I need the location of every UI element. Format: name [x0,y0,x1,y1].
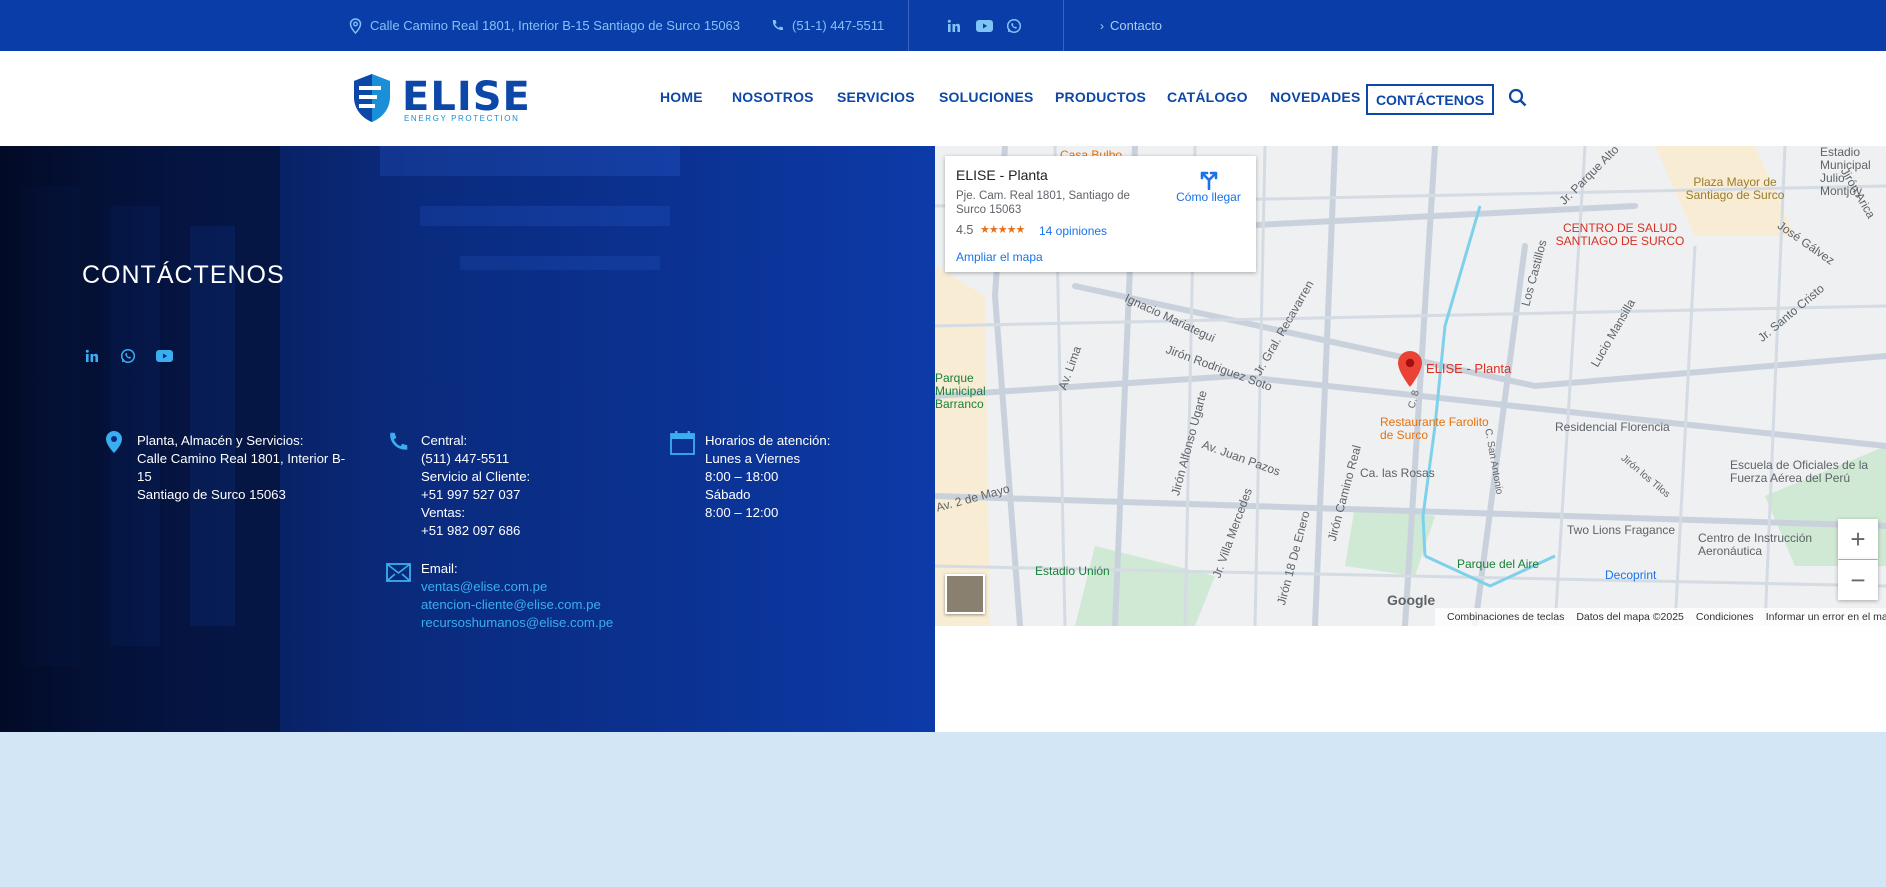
location-pin-icon [349,17,362,34]
search-icon[interactable] [1508,88,1528,113]
nav-productos[interactable]: PRODUCTOS [1055,89,1146,105]
zoom-out-button[interactable]: − [1838,560,1878,600]
whatsapp-icon[interactable] [1005,17,1023,35]
poi-label[interactable]: Decoprint [1605,568,1656,582]
topbar-address[interactable]: Calle Camino Real 1801, Interior B-15 Sa… [349,0,740,51]
keyboard-shortcuts-link[interactable]: Combinaciones de teclas [1447,611,1564,623]
place-rating: 4.5 [956,223,974,237]
nav-nosotros[interactable]: NOSOTROS [732,89,814,105]
email-rrhh-link[interactable]: recursoshumanos@elise.com.pe [421,614,641,632]
phone-icon [771,19,784,32]
topbar-contact-text[interactable]: Contacto [1110,18,1162,33]
phone-icon [387,431,409,458]
map-pin-icon[interactable] [1397,350,1423,393]
email-ventas-link[interactable]: ventas@elise.com.pe [421,578,641,596]
weekday-hours: 8:00 – 18:00 [705,469,779,484]
saturday-hours: 8:00 – 12:00 [705,505,779,520]
directions-label[interactable]: Cómo llegar [1171,190,1246,204]
poi-label[interactable]: Centro de Instrucción Aeronáutica [1698,532,1848,558]
calendar-icon [670,431,695,460]
hours-block: Horarios de atención: Lunes a Viernes 8:… [705,432,905,522]
place-address: Pje. Cam. Real 1801, Santiago de Surco 1… [956,190,1130,216]
poi-label[interactable]: Escuela de Oficiales de la Fuerza Aérea … [1730,459,1886,485]
map-data-text: Datos del mapa ©2025 [1576,611,1684,623]
contact-section: CONTÁCTENOS Planta, Almacén y Servicios:… [0,146,935,732]
terms-link[interactable]: Condiciones [1696,611,1754,623]
embedded-map[interactable]: Ignacio Mariategui Jirón Rodriguez Soto … [935,146,1886,626]
place-name: ELISE - Planta [956,167,1048,183]
poi-label[interactable]: CENTRO DE SALUD SANTIAGO DE SURCO [1550,222,1690,248]
linkedin-icon[interactable] [82,346,102,366]
street-label: Ca. las Rosas [1360,466,1435,480]
service-label: Servicio al Cliente: [421,469,531,484]
map-place-card: ELISE - Planta Pje. Cam. Real 1801, Sant… [945,156,1256,272]
sales-label: Ventas: [421,505,465,520]
nav-novedades[interactable]: NOVEDADES [1270,89,1360,105]
location-line3: Santiago de Surco 15063 [137,487,286,502]
poi-label[interactable]: Two Lions Fragance [1567,523,1675,537]
report-error-link[interactable]: Informar un error en el mapa [1766,611,1886,623]
location-heading: Planta, Almacén y Servicios: [137,433,304,448]
google-logo: Google [1387,592,1436,608]
topbar-address-text[interactable]: Calle Camino Real 1801, Interior B-15 Sa… [370,18,740,33]
central-phone[interactable]: (511) 447-5511 [421,450,621,468]
expand-map-link[interactable]: Ampliar el mapa [956,250,1043,264]
logo[interactable]: ELISE ENERGY PROTECTION [350,73,531,128]
sales-phone[interactable]: +51 982 097 686 [421,522,621,540]
main-nav: ELISE ENERGY PROTECTION HOME NOSOTROS SE… [0,51,1886,146]
linkedin-icon[interactable] [945,17,963,35]
nav-servicios[interactable]: SERVICIOS [837,89,915,105]
location-line1: Calle Camino Real 1801, Interior B- [137,451,346,466]
nav-soluciones[interactable]: SOLUCIONES [939,89,1034,105]
topbar-social [945,0,1035,51]
whatsapp-icon[interactable] [118,346,138,366]
contact-title: CONTÁCTENOS [82,261,285,289]
logo-tagline: ENERGY PROTECTION [404,114,520,123]
topbar-divider [1063,0,1064,51]
rating-stars: ★★★★★ [980,224,1025,236]
poi-label[interactable]: Parque del Aire [1457,557,1539,571]
zoom-in-button[interactable]: + [1838,519,1878,559]
satellite-toggle[interactable] [945,574,985,614]
topbar-contact-link[interactable]: › Contacto [1100,0,1162,51]
youtube-icon[interactable] [154,346,174,366]
hours-heading: Horarios de atención: [705,433,831,448]
reviews-link[interactable]: 14 opiniones [1039,224,1107,238]
map-bottom-spacer [935,626,1886,732]
email-block: Email: ventas@elise.com.pe atencion-clie… [421,560,641,632]
email-label: Email: [421,561,458,576]
nav-catalogo[interactable]: CATÁLOGO [1167,89,1248,105]
shield-logo-icon [350,73,394,128]
topbar-divider [908,0,909,51]
phone-block: Central: (511) 447-5511 Servicio al Clie… [421,432,621,540]
service-phone[interactable]: +51 997 527 037 [421,486,621,504]
location-block: Planta, Almacén y Servicios: Calle Camin… [137,432,347,504]
topbar-phone-text[interactable]: (51-1) 447-5511 [792,18,884,33]
weekday-label: Lunes a Viernes [705,451,801,466]
poi-label[interactable]: Parque Municipal Barranco [935,372,995,411]
directions-icon [1171,168,1246,191]
top-bar: Calle Camino Real 1801, Interior B-15 Sa… [0,0,1886,51]
poi-label[interactable]: Restaurante Farolito de Surco [1380,416,1490,442]
map-pin-label[interactable]: ELISE - Planta [1426,361,1511,376]
location-pin-icon [104,430,124,459]
chevron-right-icon: › [1100,18,1104,33]
poi-label[interactable]: Plaza Mayor de Santiago de Surco [1685,176,1785,202]
central-label: Central: [421,433,468,448]
youtube-icon[interactable] [975,17,993,35]
poi-label[interactable]: Estadio Unión [1035,564,1110,578]
directions-button[interactable]: Cómo llegar [1171,168,1246,204]
poi-label[interactable]: Residencial Florencia [1555,420,1670,434]
email-atencion-link[interactable]: atencion-cliente@elise.com.pe [421,596,641,614]
map-footer: Combinaciones de teclas Datos del mapa ©… [1435,608,1886,626]
poi-label[interactable]: Estadio Municipal Julio Montjoy [1820,146,1886,198]
saturday-label: Sábado [705,487,751,502]
mail-icon [386,563,411,587]
nav-contactenos-button[interactable]: CONTÁCTENOS [1366,84,1494,115]
nav-home[interactable]: HOME [660,89,703,105]
location-line2: 15 [137,469,152,484]
contact-social [82,346,174,366]
topbar-phone[interactable]: (51-1) 447-5511 [771,0,884,51]
logo-name: ELISE [402,74,531,120]
